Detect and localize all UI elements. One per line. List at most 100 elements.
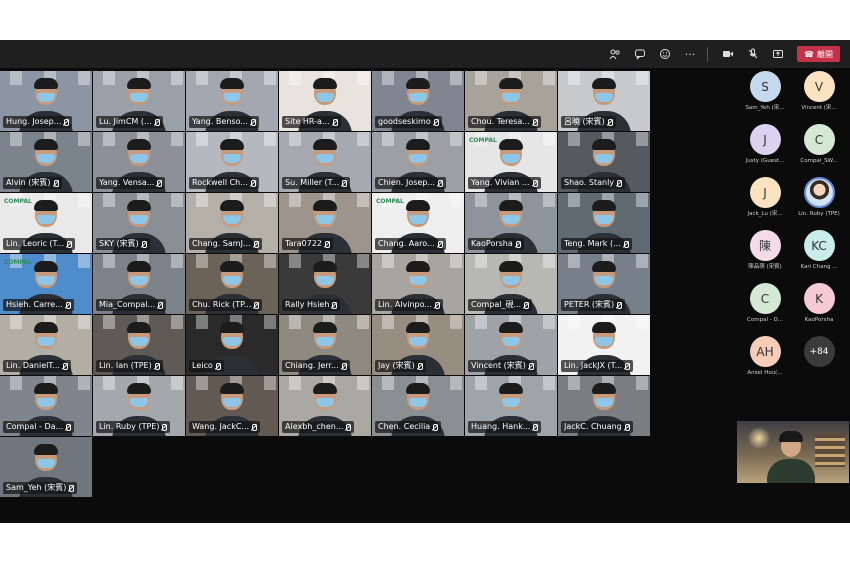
participant-video-tile[interactable]: COMPAL Lin. Leoric (T... — [0, 193, 92, 253]
participant-video-tile[interactable]: Wang. JackC... — [186, 376, 278, 436]
participant-video-tile[interactable]: Chang. SamJ... — [186, 193, 278, 253]
participant-video-tile[interactable]: Lu. JimCM (... — [93, 71, 185, 131]
mic-muted-icon — [616, 301, 623, 309]
participant-video-tile[interactable]: Chu. Rick (TP... — [186, 254, 278, 314]
mic-muted-icon — [345, 423, 352, 431]
roster-participant[interactable]: 陳陳品萌 (宋賓) — [737, 230, 793, 278]
participant-video-tile[interactable]: COMPAL Chang. Aaro... — [372, 193, 464, 253]
company-logo: COMPAL — [4, 259, 32, 266]
share-icon[interactable] — [767, 44, 789, 64]
mic-muted-icon — [53, 179, 59, 187]
person-mask — [223, 398, 241, 407]
leave-label: 離開 — [817, 49, 833, 59]
mic-muted-icon — [607, 118, 613, 126]
participant-video-tile[interactable]: Lin. DanielT... — [0, 315, 92, 375]
participant-name-tag: Site HR-a... — [282, 116, 341, 128]
participant-video-tile[interactable]: Chien. Josep... — [372, 132, 464, 192]
participant-name: KaoPorsha — [471, 239, 513, 248]
mic-muted-icon — [154, 362, 160, 370]
participant-name: 呂曉 (宋賓) — [564, 117, 605, 126]
roster-participant[interactable]: KC Kari Chang ... — [791, 230, 847, 278]
participant-video-tile[interactable]: COMPAL Hsieh. Carre... — [0, 254, 92, 314]
participant-name-tag: Lin. Ruby (TPE) — [96, 421, 171, 433]
participant-name-tag: Rally Hsieh — [282, 299, 341, 311]
participant-name-tag: goodseskimo — [375, 116, 442, 128]
roster-participant[interactable]: V Vincent (宋... — [791, 71, 847, 119]
roster-participant[interactable]: AH Ansel Hou(... — [737, 336, 793, 384]
more-participants-button[interactable]: +84 — [791, 336, 847, 384]
participant-video-tile[interactable]: Compal - Da... — [0, 376, 92, 436]
participant-video-tile[interactable]: Huang. Hank... — [465, 376, 557, 436]
participant-video-tile[interactable]: Yang. Benso... — [186, 71, 278, 131]
more-icon[interactable]: ··· — [679, 44, 701, 64]
participant-video-tile[interactable]: Lin. JackJX (T... — [558, 315, 650, 375]
participant-video-tile[interactable]: Hung. Josep... — [0, 71, 92, 131]
participant-video-tile[interactable]: Chen. Cecilia — [372, 376, 464, 436]
participant-video-tile[interactable]: Lin. Alvinpo... — [372, 254, 464, 314]
participant-name-tag: PETER (宋賓) — [561, 299, 626, 311]
person-hair — [406, 200, 430, 211]
participant-video-tile[interactable]: Mia_Compal... — [93, 254, 185, 314]
roster-participant[interactable]: C Compal - D... — [737, 283, 793, 331]
reactions-icon[interactable] — [654, 44, 676, 64]
self-view-video[interactable] — [737, 421, 849, 483]
roster-participant[interactable]: S Sam_Yeh (宋... — [737, 71, 793, 119]
people-icon[interactable] — [604, 44, 626, 64]
participant-video-tile[interactable]: Yang. Vensa... — [93, 132, 185, 192]
roster-participant[interactable]: Lin. Ruby (TPE) — [791, 177, 847, 225]
participant-video-tile[interactable]: Alexbh_chen... — [279, 376, 371, 436]
participant-video-tile[interactable]: goodseskimo — [372, 71, 464, 131]
person-mask — [37, 215, 55, 224]
mic-muted-icon — [624, 362, 631, 370]
mic-muted-icon — [437, 240, 443, 248]
participant-name: PETER (宋賓) — [564, 300, 615, 309]
chat-icon[interactable] — [629, 44, 651, 64]
person-hair — [592, 383, 616, 394]
participant-video-tile[interactable]: Sam_Yeh (宋賓) — [0, 437, 92, 497]
participant-video-tile[interactable]: KaoPorsha — [465, 193, 557, 253]
person-mask — [409, 276, 427, 285]
participant-video-tile[interactable]: JackC. Chuang — [558, 376, 650, 436]
participant-video-tile[interactable]: Compal_硯... — [465, 254, 557, 314]
participant-video-tile[interactable]: SKY (宋賓) — [93, 193, 185, 253]
roster-participant[interactable]: J Justy (Guest... — [737, 124, 793, 172]
participant-video-tile[interactable]: Jay (宋賓) — [372, 315, 464, 375]
mic-muted-icon — [250, 118, 256, 126]
camera-icon[interactable] — [717, 44, 739, 64]
participant-name-tag: KaoPorsha — [468, 238, 524, 250]
participant-video-tile[interactable]: Lin. Ruby (TPE) — [93, 376, 185, 436]
person-hair — [127, 261, 151, 272]
participant-video-tile[interactable]: Alvin (宋賓) — [0, 132, 92, 192]
person-mask — [595, 215, 613, 224]
mic-off-icon[interactable] — [742, 44, 764, 64]
participant-video-tile[interactable]: COMPAL Yang. Vivian ... — [465, 132, 557, 192]
participant-video-tile[interactable]: Shao. Stanly — [558, 132, 650, 192]
avatar: S — [749, 71, 781, 102]
roster-participant[interactable]: K KaoPorsha — [791, 283, 847, 331]
participant-name: Alvin (宋賓) — [6, 178, 51, 187]
roster-participant[interactable]: C Compal_SW... — [791, 124, 847, 172]
participant-video-tile[interactable]: Vincent (宋賓) — [465, 315, 557, 375]
participant-name: JackC. Chuang — [564, 422, 622, 431]
participant-name-tag: Chang. Aaro... — [375, 238, 446, 250]
participant-video-tile[interactable]: Tara0722 — [279, 193, 371, 253]
roster-participant-name: Compal - D... — [747, 317, 783, 323]
participant-video-tile[interactable]: Site HR-a... — [279, 71, 371, 131]
person-mask — [223, 215, 241, 224]
participant-video-tile[interactable]: Su. Miller (T... — [279, 132, 371, 192]
participant-name: Sam_Yeh (宋賓) — [6, 483, 67, 492]
participant-video-tile[interactable]: Chiang. Jerr... — [279, 315, 371, 375]
participant-video-tile[interactable]: 呂曉 (宋賓) — [558, 71, 650, 131]
participant-video-tile[interactable]: Rockwell Ch... — [186, 132, 278, 192]
leave-button[interactable]: ☎ 離開 — [797, 46, 840, 62]
roster-participant[interactable]: J Jack_Lu (宋... — [737, 177, 793, 225]
participant-video-tile[interactable]: PETER (宋賓) — [558, 254, 650, 314]
participant-video-tile[interactable]: Lin. Ian (TPE) — [93, 315, 185, 375]
participant-video-tile[interactable]: Leico — [186, 315, 278, 375]
mic-muted-icon — [156, 179, 163, 187]
participant-video-tile[interactable]: Teng. Mark (... — [558, 193, 650, 253]
person-hair — [406, 261, 430, 272]
mic-muted-icon — [253, 240, 259, 248]
participant-video-tile[interactable]: Chou. Teresa... — [465, 71, 557, 131]
participant-video-tile[interactable]: Rally Hsieh — [279, 254, 371, 314]
